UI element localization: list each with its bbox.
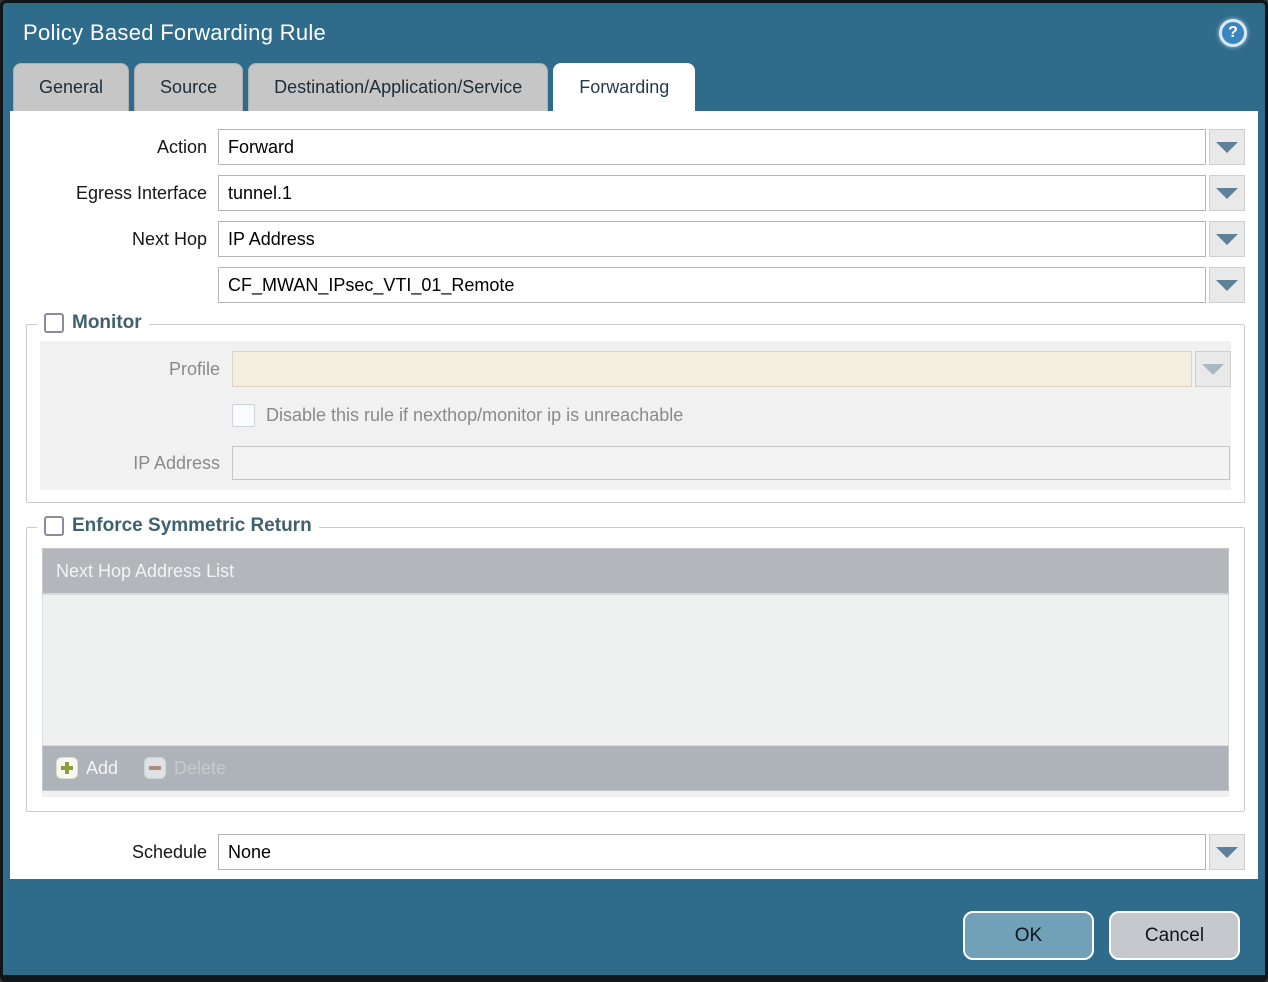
schedule-field[interactable]	[218, 834, 1206, 870]
chevron-down-icon	[1216, 233, 1238, 245]
profile-row: Profile	[40, 351, 1231, 387]
monitor-checkbox[interactable]	[44, 313, 64, 333]
next-hop-label: Next Hop	[131, 228, 207, 249]
chevron-down-icon	[1216, 846, 1238, 858]
profile-dropdown-button	[1195, 351, 1231, 387]
next-hop-address-table-header: Next Hop Address List	[42, 548, 1229, 595]
next-hop-address-row	[19, 267, 1245, 303]
next-hop-address-list-column-header: Next Hop Address List	[56, 560, 235, 581]
dialog-titlebar: Policy Based Forwarding Rule ?	[3, 3, 1265, 63]
next-hop-address-table-body[interactable]	[42, 595, 1229, 746]
delete-icon	[144, 757, 167, 779]
delete-button: Delete	[144, 757, 226, 779]
enforce-symmetric-return-checkbox[interactable]	[44, 516, 64, 536]
dialog-footer: OK Cancel	[963, 911, 1240, 960]
action-dropdown-button[interactable]	[1209, 129, 1245, 165]
next-hop-address-table: Next Hop Address List Add Delete	[42, 548, 1229, 797]
chevron-down-icon	[1216, 187, 1238, 199]
monitor-ip-address-label: IP Address	[133, 452, 220, 473]
dialog-title: Policy Based Forwarding Rule	[23, 20, 327, 45]
ok-button[interactable]: OK	[963, 911, 1094, 960]
next-hop-row: Next Hop	[19, 221, 1245, 257]
action-label: Action	[156, 136, 207, 157]
profile-label: Profile	[168, 358, 220, 379]
tab-destination-application-service[interactable]: Destination/Application/Service	[248, 63, 549, 111]
chevron-down-icon	[1202, 363, 1224, 375]
profile-field	[232, 351, 1192, 387]
schedule-row: Schedule	[19, 834, 1245, 870]
monitor-legend: Monitor	[37, 312, 149, 334]
tab-general[interactable]: General	[13, 63, 130, 111]
disable-rule-label: Disable this rule if nexthop/monitor ip …	[266, 405, 684, 425]
symmetric-return-legend: Enforce Symmetric Return	[37, 515, 319, 537]
add-button[interactable]: Add	[56, 757, 118, 779]
monitor-panel: Profile Disable this rule if nexthop/mon…	[40, 341, 1231, 490]
monitor-group: Monitor Profile Disable this rule if nex…	[26, 312, 1245, 503]
symmetric-return-legend-label: Enforce Symmetric Return	[72, 515, 312, 536]
next-hop-address-table-toolbar: Add Delete	[42, 746, 1229, 791]
tab-forwarding[interactable]: Forwarding	[553, 63, 696, 111]
policy-based-forwarding-dialog: Policy Based Forwarding Rule ? General S…	[0, 0, 1268, 982]
monitor-ip-address-field	[232, 446, 1230, 480]
tab-source[interactable]: Source	[134, 63, 244, 111]
egress-interface-label: Egress Interface	[75, 182, 207, 203]
action-row: Action	[19, 129, 1245, 165]
action-field[interactable]	[218, 129, 1206, 165]
chevron-down-icon	[1216, 279, 1238, 291]
disable-rule-checkbox	[232, 404, 255, 427]
chevron-down-icon	[1216, 141, 1238, 153]
disable-rule-row: Disable this rule if nexthop/monitor ip …	[232, 404, 1231, 427]
help-icon[interactable]: ?	[1219, 19, 1247, 47]
forwarding-tab-panel: Action Egress Interface Next Hop	[10, 111, 1258, 879]
add-button-label: Add	[86, 757, 119, 778]
monitor-legend-label: Monitor	[72, 312, 142, 333]
tab-bar: General Source Destination/Application/S…	[3, 63, 1265, 111]
symmetric-return-group: Enforce Symmetric Return Next Hop Addres…	[26, 515, 1245, 812]
egress-interface-row: Egress Interface	[19, 175, 1245, 211]
egress-interface-field[interactable]	[218, 175, 1206, 211]
schedule-dropdown-button[interactable]	[1209, 834, 1245, 870]
schedule-label: Schedule	[131, 841, 207, 862]
next-hop-address-dropdown-button[interactable]	[1209, 267, 1245, 303]
next-hop-address-field[interactable]	[218, 267, 1206, 303]
next-hop-type-field[interactable]	[218, 221, 1206, 257]
cancel-button[interactable]: Cancel	[1109, 911, 1240, 960]
egress-interface-dropdown-button[interactable]	[1209, 175, 1245, 211]
delete-button-label: Delete	[174, 757, 227, 778]
monitor-ip-address-row: IP Address	[40, 446, 1231, 480]
add-icon	[56, 757, 78, 779]
next-hop-type-dropdown-button[interactable]	[1209, 221, 1245, 257]
